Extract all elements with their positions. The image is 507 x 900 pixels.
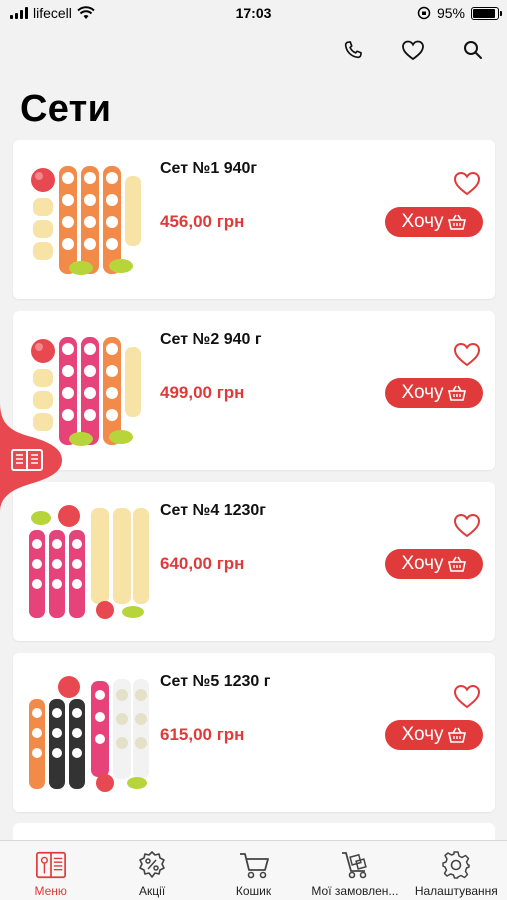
product-price: 456,00 грн [160,212,245,231]
product-price: 499,00 грн [160,383,245,402]
product-card[interactable]: Сет №2 940 г 499,00 грн Хочу [13,311,495,470]
rotation-lock-icon [417,6,431,20]
want-button[interactable]: Хочу [385,720,483,750]
basket-icon [447,556,466,572]
tab-bar: Меню Акції Кошик Мої замовлен... Налашту… [0,840,507,900]
page-title: Сети [20,88,112,130]
battery-group: 95% [417,5,502,21]
tab-label: Налаштування [414,884,498,898]
phone-icon[interactable] [341,38,365,62]
menu-book-icon [35,849,67,881]
tab-label: Кошик [235,884,272,898]
tab-label: Акції [139,884,166,898]
tab-cart[interactable]: Кошик [203,841,304,900]
basket-icon [447,214,466,230]
want-button-label: Хочу [401,724,444,745]
basket-icon [447,727,466,743]
want-button[interactable]: Хочу [385,549,483,579]
tab-label: Мої замовлен... [311,884,399,898]
product-card[interactable]: Сет №4 1230г 640,00 грн Хочу [13,482,495,641]
discount-icon [136,849,168,881]
orders-icon [339,849,371,881]
battery-percent: 95% [436,5,465,21]
header-actions [341,38,485,62]
heart-icon[interactable] [401,38,425,62]
want-button-label: Хочу [401,211,444,232]
tab-promotions[interactable]: Акції [101,841,202,900]
favorite-heart-icon[interactable] [453,341,481,367]
product-price: 640,00 грн [160,554,245,573]
favorite-heart-icon[interactable] [453,170,481,196]
tab-settings[interactable]: Налаштування [406,841,507,900]
battery-icon [471,6,502,20]
tab-label: Меню [34,884,67,898]
product-name: Сет №4 1230г [160,502,266,519]
product-image [29,676,149,792]
product-name: Сет №1 940г [160,160,258,177]
tab-menu[interactable]: Меню [0,841,101,900]
product-price: 615,00 грн [160,725,245,744]
basket-icon [447,385,466,401]
side-menu-tab[interactable] [0,402,64,512]
settings-icon [440,849,472,881]
want-button-label: Хочу [401,553,444,574]
product-card[interactable]: Сет №1 940г 456,00 грн Хочу [13,140,495,299]
status-bar: lifecell 17:03 95% [0,0,507,28]
favorite-heart-icon[interactable] [453,683,481,709]
product-card[interactable]: Сет №5 1230 г 615,00 грн Хочу [13,653,495,812]
want-button[interactable]: Хочу [385,207,483,237]
product-name: Сет №5 1230 г [160,673,271,690]
search-icon[interactable] [461,38,485,62]
cart-icon [238,849,270,881]
product-image [29,505,149,619]
tab-orders[interactable]: Мої замовлен... [304,841,405,900]
favorite-heart-icon[interactable] [453,512,481,538]
product-name: Сет №2 940 г [160,331,262,348]
product-image [31,166,141,275]
want-button-label: Хочу [401,382,444,403]
want-button[interactable]: Хочу [385,378,483,408]
